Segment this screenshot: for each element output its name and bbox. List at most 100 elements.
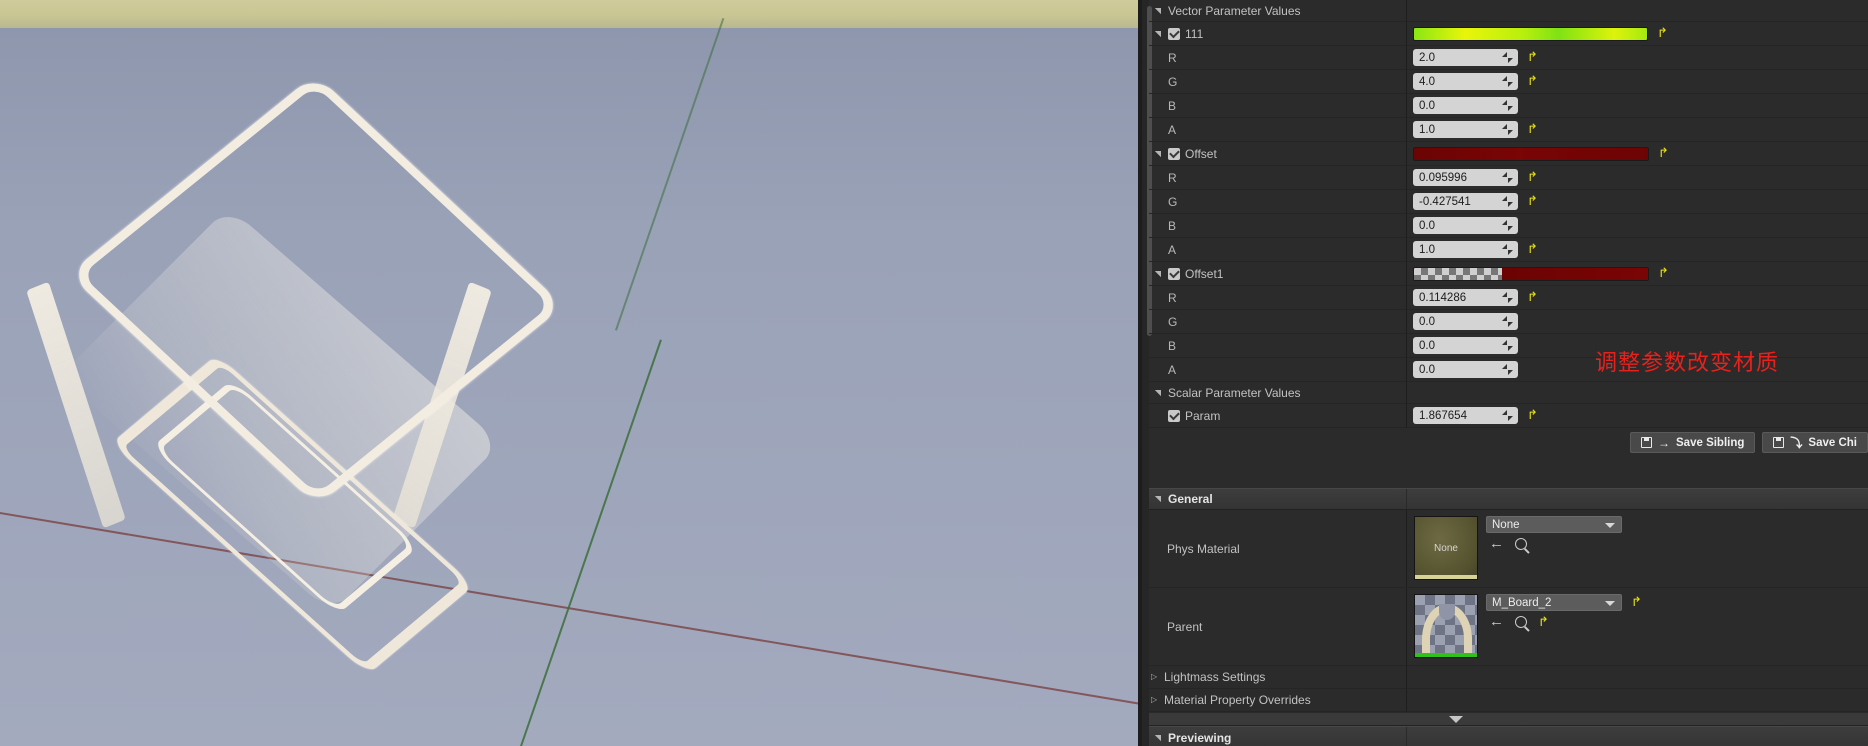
section-previewing[interactable]: Previewing [1149, 726, 1868, 746]
spinner-icon[interactable] [1502, 100, 1513, 111]
use-selected-asset-icon[interactable]: ← [1489, 614, 1504, 629]
details-scrollbar[interactable] [1142, 0, 1152, 746]
reset-to-default-icon[interactable] [1658, 267, 1671, 280]
reset-to-default-icon[interactable] [1527, 51, 1540, 64]
spinner-icon[interactable] [1502, 364, 1513, 375]
reset-to-default-icon[interactable] [1658, 147, 1671, 160]
vector-param-offset-g-input[interactable]: -0.427541 [1413, 193, 1518, 210]
spinner-icon[interactable] [1502, 410, 1513, 421]
expand-triangle-icon[interactable] [1155, 7, 1165, 15]
vector-param-111-b-row[interactable]: B 0.0 [1149, 93, 1868, 118]
browse-to-asset-icon[interactable] [1515, 616, 1527, 628]
channel-label-b: B [1168, 98, 1177, 113]
vector-param-111-a-input[interactable]: 1.0 [1413, 121, 1518, 138]
expand-triangle-icon[interactable] [1155, 389, 1165, 397]
reset-to-default-icon[interactable] [1527, 409, 1540, 422]
section-material-property-overrides[interactable]: Material Property Overrides [1149, 688, 1868, 712]
vector-param-offset-b-input[interactable]: 0.0 [1413, 217, 1518, 234]
vector-param-offset1-g-input[interactable]: 0.0 [1413, 313, 1518, 330]
reset-to-default-icon[interactable] [1527, 75, 1540, 88]
spinner-icon[interactable] [1502, 196, 1513, 207]
expand-triangle-icon[interactable] [1155, 495, 1165, 503]
parent-thumbnail[interactable] [1414, 594, 1478, 658]
spinner-icon[interactable] [1502, 316, 1513, 327]
3d-viewport[interactable] [0, 0, 1138, 746]
vector-param-offset-a-input[interactable]: 1.0 [1413, 241, 1518, 258]
use-selected-asset-icon[interactable]: ← [1489, 536, 1504, 551]
parent-dropdown[interactable]: M_Board_2 [1486, 594, 1622, 611]
section-vector-parameter-values[interactable]: Vector Parameter Values [1149, 0, 1868, 23]
reset-to-default-icon[interactable] [1527, 243, 1540, 256]
reset-to-default-icon[interactable] [1527, 195, 1540, 208]
vector-param-offset-color-swatch[interactable] [1413, 146, 1649, 161]
spinner-icon[interactable] [1502, 340, 1513, 351]
spinner-icon[interactable] [1502, 292, 1513, 303]
expand-triangle-icon[interactable] [1155, 734, 1165, 742]
collapse-triangle-icon[interactable] [1151, 673, 1161, 681]
reset-to-default-icon[interactable] [1631, 596, 1644, 609]
vector-param-111-g-row[interactable]: G 4.0 [1149, 69, 1868, 94]
spinner-icon[interactable] [1502, 124, 1513, 135]
reset-to-default-icon[interactable] [1527, 123, 1540, 136]
spinner-icon[interactable] [1502, 220, 1513, 231]
reset-to-default-icon[interactable] [1657, 27, 1670, 40]
reset-to-default-icon[interactable] [1527, 291, 1540, 304]
expand-triangle-icon[interactable] [1155, 30, 1165, 38]
expand-triangle-icon[interactable] [1155, 150, 1165, 158]
vector-param-offset1-g-row[interactable]: G 0.0 [1149, 309, 1868, 334]
value-text: 0.114286 [1419, 291, 1467, 304]
phys-material-thumbnail[interactable]: None [1414, 516, 1478, 580]
vector-param-offset-checkbox[interactable] [1168, 147, 1180, 160]
vector-param-111-r-row[interactable]: R 2.0 [1149, 45, 1868, 70]
parent-row[interactable]: Parent M_Board_2 ↰ ← ↰ [1149, 588, 1868, 666]
vector-param-offset1-r-input[interactable]: 0.114286 [1413, 289, 1518, 306]
vector-param-offset1-row[interactable]: Offset1 [1149, 261, 1868, 286]
channel-label-a: A [1168, 122, 1177, 137]
spinner-icon[interactable] [1502, 52, 1513, 63]
scalar-param-input[interactable]: 1.867654 [1413, 407, 1518, 424]
section-general[interactable]: General [1149, 488, 1868, 510]
reset-to-default-icon[interactable] [1527, 171, 1540, 184]
vector-param-offset-g-row[interactable]: G -0.427541 [1149, 189, 1868, 214]
vector-param-offset-b-row[interactable]: B 0.0 [1149, 213, 1868, 238]
vector-param-111-a-row[interactable]: A 1.0 [1149, 117, 1868, 142]
save-sibling-button[interactable]: → Save Sibling [1630, 432, 1756, 453]
expand-down-icon[interactable] [1449, 715, 1463, 723]
section-label: Previewing [1168, 731, 1232, 745]
expand-triangle-icon[interactable] [1155, 270, 1165, 278]
vector-param-111-color-swatch[interactable] [1413, 26, 1648, 41]
section-scalar-parameter-values[interactable]: Scalar Parameter Values [1149, 380, 1868, 405]
vector-param-offset1-a-input[interactable]: 0.0 [1413, 361, 1518, 378]
vector-param-offset-r-row[interactable]: R 0.095996 [1149, 165, 1868, 190]
vector-param-offset1-color-swatch[interactable] [1413, 266, 1649, 281]
phys-material-row[interactable]: Phys Material None None ← [1149, 510, 1868, 588]
scalar-param-checkbox[interactable] [1168, 409, 1180, 422]
chevron-down-icon[interactable] [1605, 523, 1615, 528]
browse-to-asset-icon[interactable] [1515, 538, 1527, 550]
collapse-triangle-icon[interactable] [1151, 696, 1161, 704]
scalar-param-row[interactable]: Param 1.867654 [1149, 403, 1868, 428]
vector-param-offset1-r-row[interactable]: R 0.114286 [1149, 285, 1868, 310]
vector-param-offset-a-row[interactable]: A 1.0 [1149, 237, 1868, 262]
vector-param-111-row[interactable]: 111 [1149, 21, 1868, 46]
vector-param-111-b-input[interactable]: 0.0 [1413, 97, 1518, 114]
channel-label-r: R [1168, 50, 1177, 65]
vector-param-offset1-b-input[interactable]: 0.0 [1413, 337, 1518, 354]
section-label: Lightmass Settings [1164, 670, 1266, 684]
vector-param-offset-r-input[interactable]: 0.095996 [1413, 169, 1518, 186]
vector-param-offset-row[interactable]: Offset [1149, 141, 1868, 166]
spinner-icon[interactable] [1502, 76, 1513, 87]
vector-param-offset1-checkbox[interactable] [1168, 267, 1180, 280]
save-child-button[interactable]: ⤵ Save Chi [1762, 432, 1868, 453]
value-text: 2.0 [1419, 51, 1435, 64]
section-lightmass-settings[interactable]: Lightmass Settings [1149, 665, 1868, 689]
panel-splitter[interactable] [1149, 712, 1868, 726]
spinner-icon[interactable] [1502, 244, 1513, 255]
vector-param-111-g-input[interactable]: 4.0 [1413, 73, 1518, 90]
vector-param-111-r-input[interactable]: 2.0 [1413, 49, 1518, 66]
phys-material-dropdown[interactable]: None [1486, 516, 1622, 533]
chevron-down-icon[interactable] [1605, 601, 1615, 606]
spinner-icon[interactable] [1502, 172, 1513, 183]
reset-to-default-icon[interactable] [1538, 616, 1551, 629]
vector-param-111-checkbox[interactable] [1168, 27, 1180, 40]
